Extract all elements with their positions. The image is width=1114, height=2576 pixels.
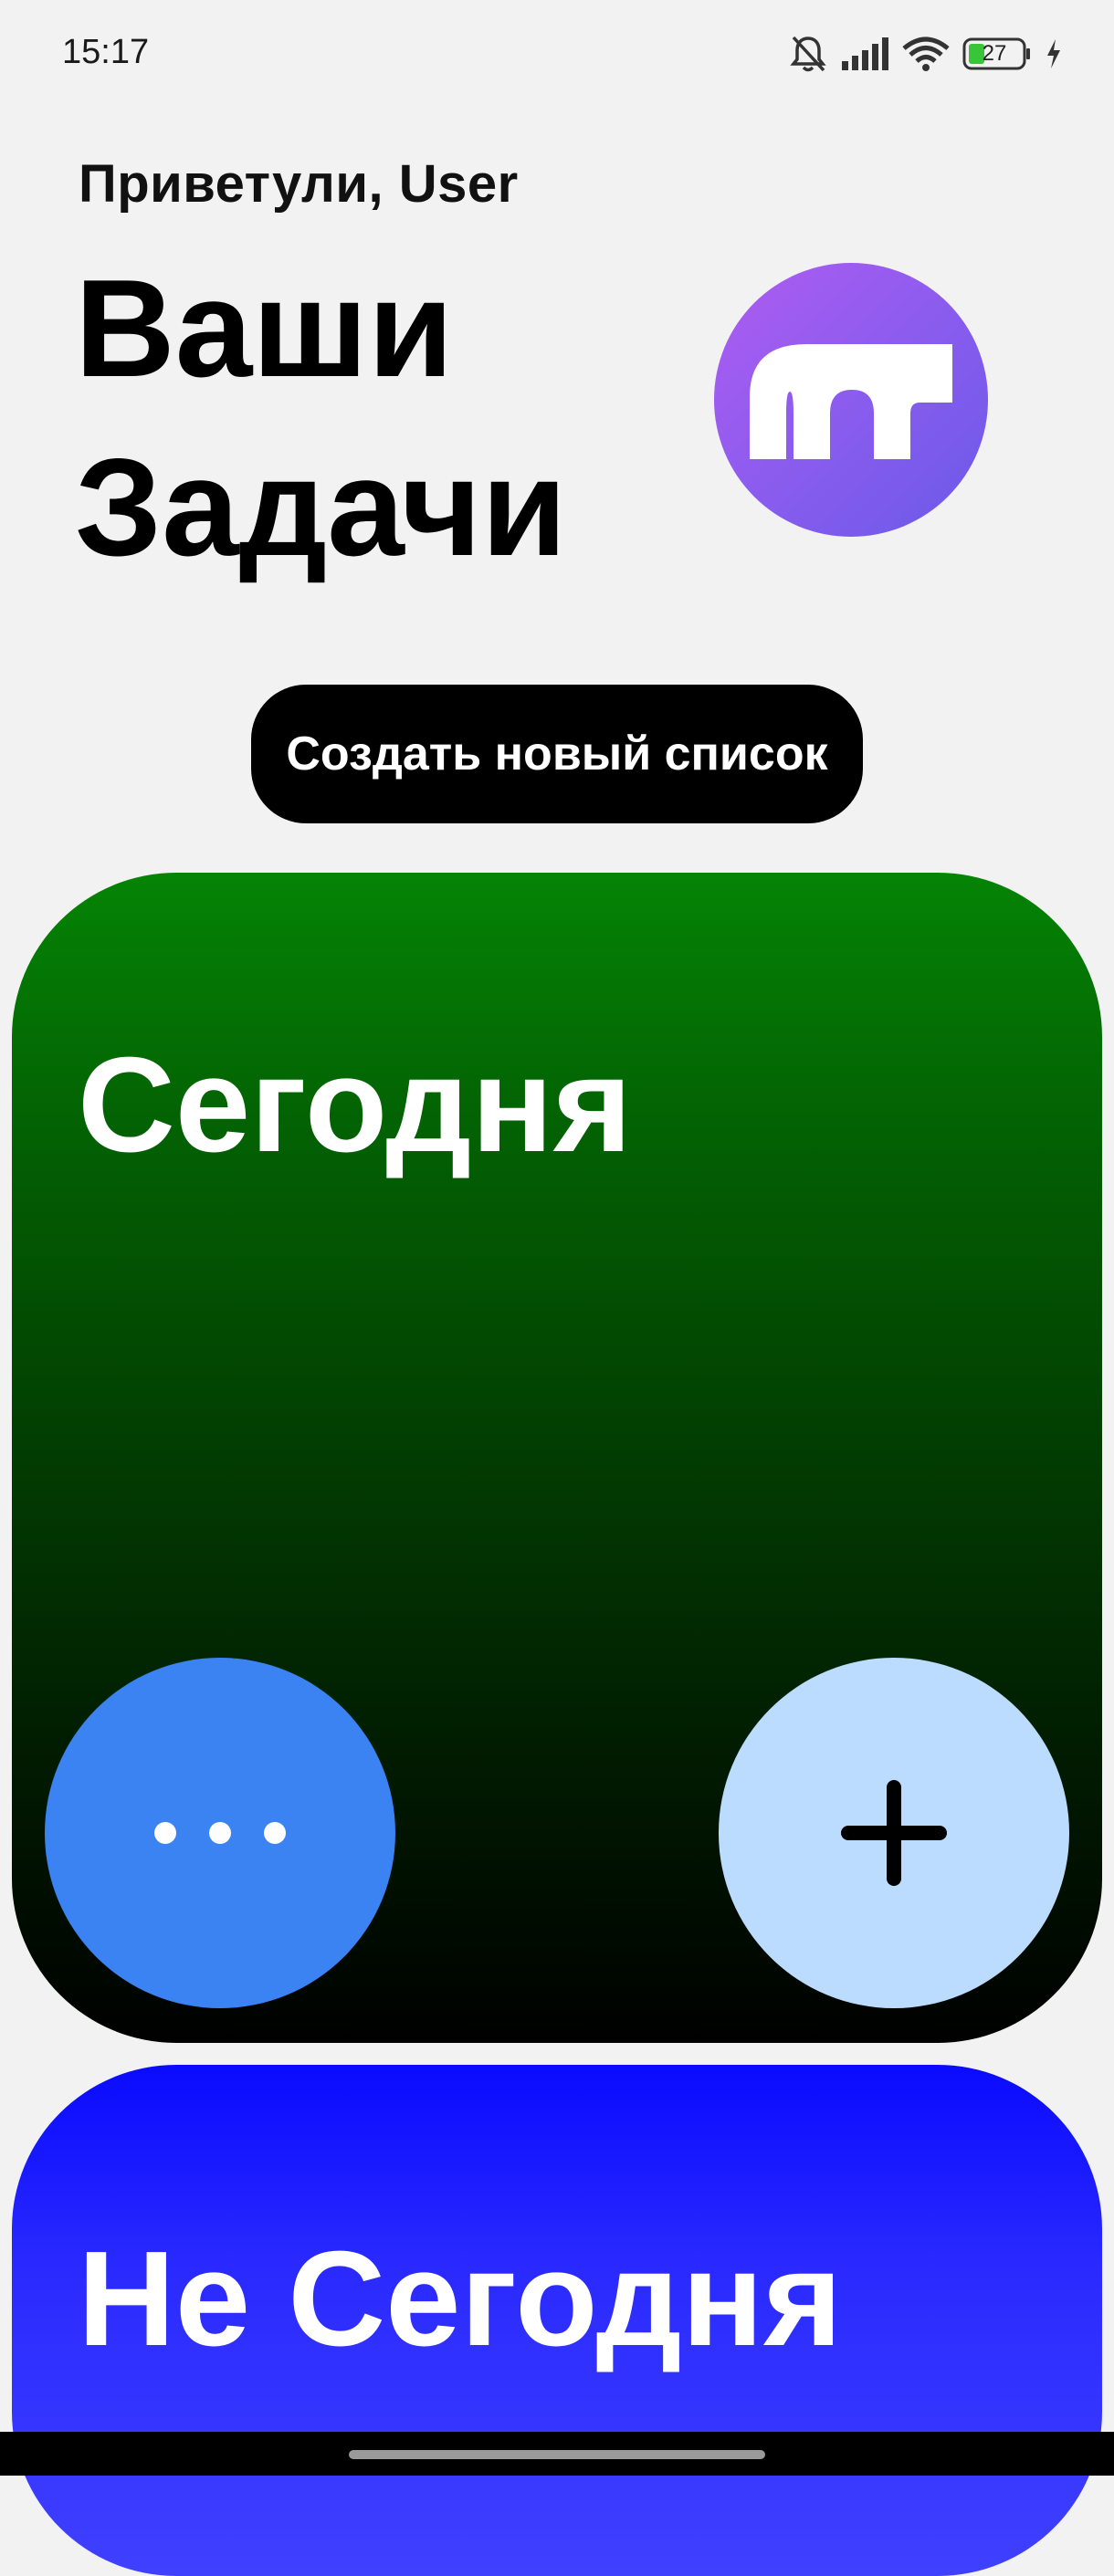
status-time: 15:17 <box>62 33 150 71</box>
title-line-1: Ваши <box>75 251 454 406</box>
list-card-not-today[interactable]: Не Сегодня <box>12 2065 1102 2576</box>
battery-icon: 27 <box>962 37 1032 70</box>
status-icons: 27 <box>789 31 1063 77</box>
add-task-button[interactable] <box>719 1658 1069 2008</box>
app-logo-icon[interactable] <box>714 263 988 537</box>
more-options-button[interactable] <box>45 1658 395 2008</box>
list-card-today[interactable]: Сегодня <box>12 873 1102 2043</box>
home-indicator[interactable] <box>349 2450 765 2459</box>
battery-level: 27 <box>982 41 1007 66</box>
signal-icon <box>840 36 889 72</box>
list-title: Сегодня <box>78 1030 633 1180</box>
wifi-icon <box>902 36 950 72</box>
create-list-button[interactable]: Создать новый список <box>251 685 863 823</box>
title-line-2: Задачи <box>75 430 567 585</box>
greeting-text: Приветули, User <box>79 154 519 214</box>
page-title: Ваши Задачи <box>75 239 623 597</box>
more-dots-icon <box>154 1822 286 1844</box>
plus-icon <box>841 1780 947 1886</box>
bell-muted-icon <box>789 34 827 74</box>
system-nav-bar <box>0 2432 1114 2476</box>
status-bar: 15:17 27 <box>0 0 1114 110</box>
list-title: Не Сегодня <box>78 2224 843 2374</box>
charging-icon <box>1045 37 1063 70</box>
